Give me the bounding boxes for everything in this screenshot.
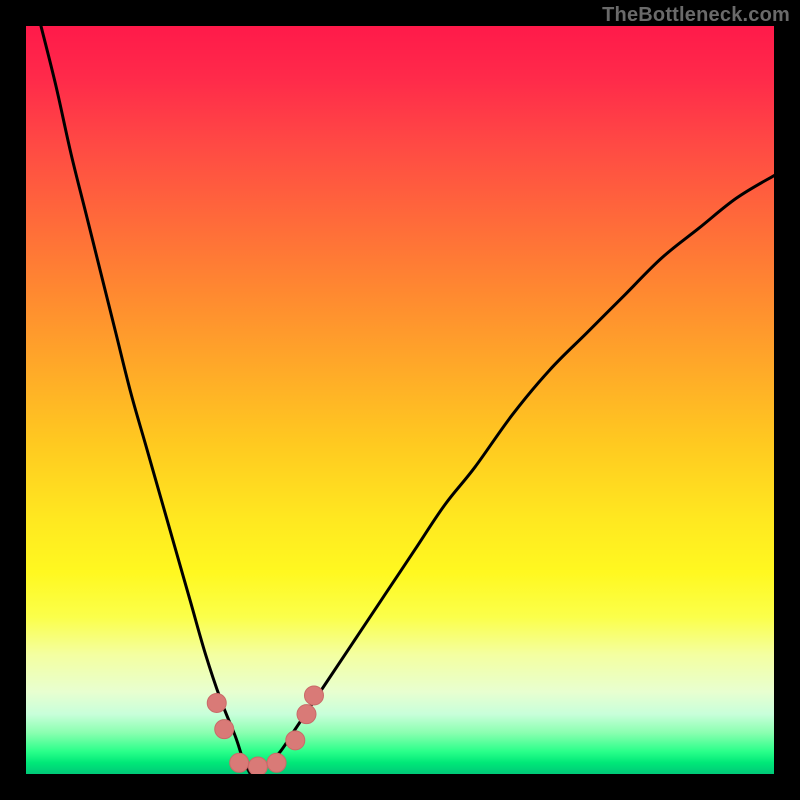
curve-layer [26, 26, 774, 774]
curve-group [41, 26, 774, 774]
chart-frame: TheBottleneck.com [0, 0, 800, 800]
data-marker [267, 753, 286, 772]
data-marker [248, 757, 267, 774]
data-marker [297, 705, 316, 724]
data-marker [207, 693, 226, 712]
watermark-text: TheBottleneck.com [602, 4, 790, 27]
data-marker [304, 686, 323, 705]
plot-area [26, 26, 774, 774]
bottleneck-curve-right-branch [250, 176, 774, 774]
data-marker [215, 720, 234, 739]
data-marker [286, 731, 305, 750]
data-marker [230, 753, 249, 772]
bottleneck-curve-left-branch [41, 26, 250, 774]
marker-group [207, 686, 323, 774]
